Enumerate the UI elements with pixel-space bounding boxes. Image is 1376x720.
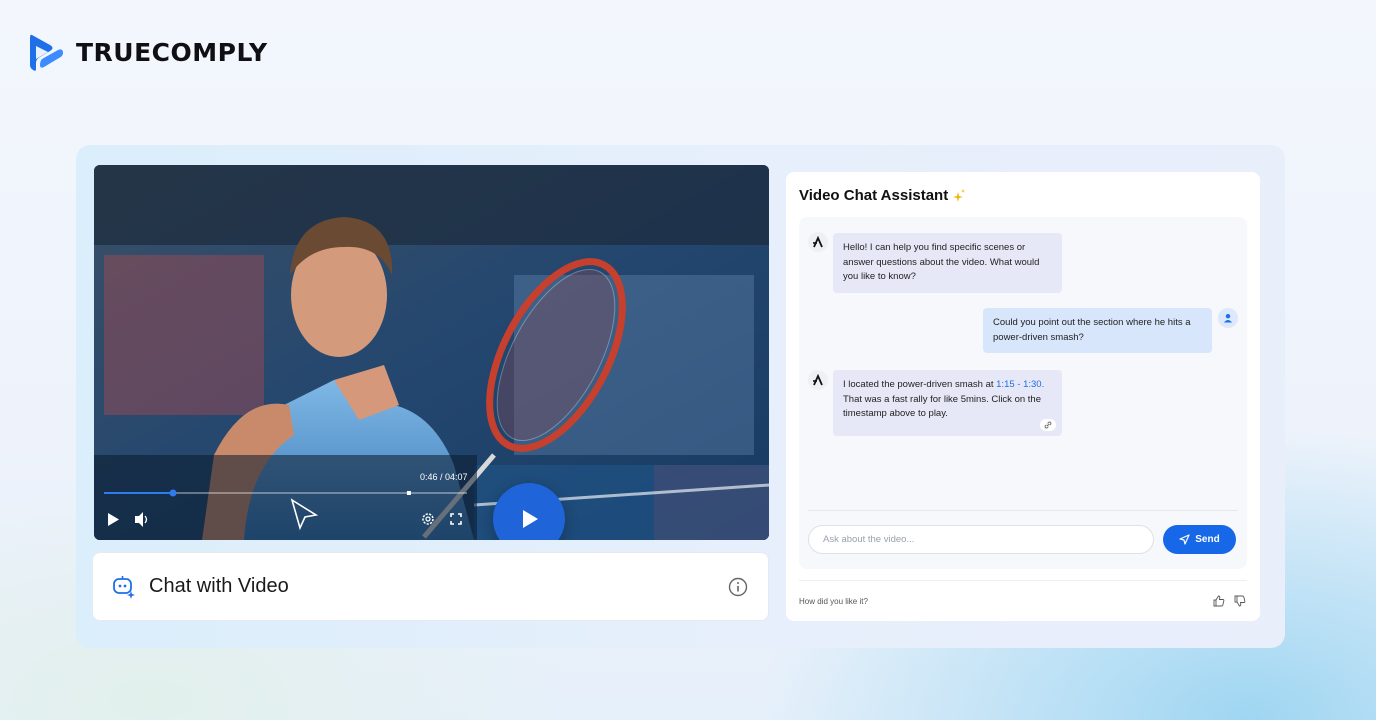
bot-message: I located the power-driven smash at 1:15… bbox=[833, 370, 1062, 436]
brand: TRUECOMPLY bbox=[28, 32, 268, 72]
progress-handle[interactable] bbox=[169, 489, 177, 497]
user-icon bbox=[1224, 314, 1232, 323]
thumbs-down-icon[interactable] bbox=[1234, 595, 1246, 607]
assistant-title: Video Chat Assistant bbox=[799, 187, 949, 204]
assistant-avatar bbox=[808, 370, 828, 390]
chat-message-area: Hello! I can help you find specific scen… bbox=[799, 217, 1247, 569]
assistant-logo-icon bbox=[813, 374, 823, 386]
brand-name: TRUECOMPLY bbox=[76, 37, 268, 67]
progress-fill bbox=[104, 492, 173, 494]
thumbs-up-icon[interactable] bbox=[1213, 595, 1225, 607]
link-icon bbox=[1044, 420, 1052, 429]
divider bbox=[808, 510, 1238, 511]
video-player[interactable]: 0:46 / 04:07 bbox=[94, 165, 769, 540]
chat-input[interactable] bbox=[808, 525, 1154, 554]
bot-message: Hello! I can help you find specific scen… bbox=[833, 233, 1062, 293]
video-chat-assistant-panel: Video Chat Assistant Hello! I can help y… bbox=[786, 172, 1260, 621]
assistant-logo-icon bbox=[813, 236, 823, 248]
send-icon bbox=[1179, 534, 1190, 545]
message-text: I located the power-driven smash at bbox=[843, 379, 997, 390]
message-text: That was a fast rally for like 5mins. Cl… bbox=[843, 393, 1041, 420]
timestamp-link[interactable]: 1:15 - 1:30. bbox=[996, 379, 1044, 390]
send-label: Send bbox=[1195, 534, 1220, 545]
play-icon bbox=[523, 510, 538, 528]
time-display: 0:46 / 04:07 bbox=[420, 472, 468, 482]
assistant-title-row: Video Chat Assistant bbox=[799, 187, 966, 204]
truecomply-logo-icon bbox=[30, 34, 63, 71]
divider bbox=[799, 580, 1247, 581]
assistant-avatar bbox=[808, 232, 828, 252]
chat-with-video-title: Chat with Video bbox=[149, 575, 289, 597]
buffer-marker bbox=[406, 491, 411, 495]
chat-bot-icon bbox=[113, 575, 135, 599]
copy-link-button[interactable] bbox=[1040, 418, 1056, 431]
video-frame bbox=[94, 165, 769, 540]
info-icon[interactable] bbox=[728, 577, 748, 597]
user-avatar bbox=[1218, 308, 1238, 328]
send-button[interactable]: Send bbox=[1163, 525, 1236, 554]
chat-with-video-card[interactable]: Chat with Video bbox=[92, 552, 769, 621]
sparkle-icon bbox=[953, 188, 966, 202]
feedback-label: How did you like it? bbox=[799, 597, 868, 606]
user-message: Could you point out the section where he… bbox=[983, 308, 1212, 353]
